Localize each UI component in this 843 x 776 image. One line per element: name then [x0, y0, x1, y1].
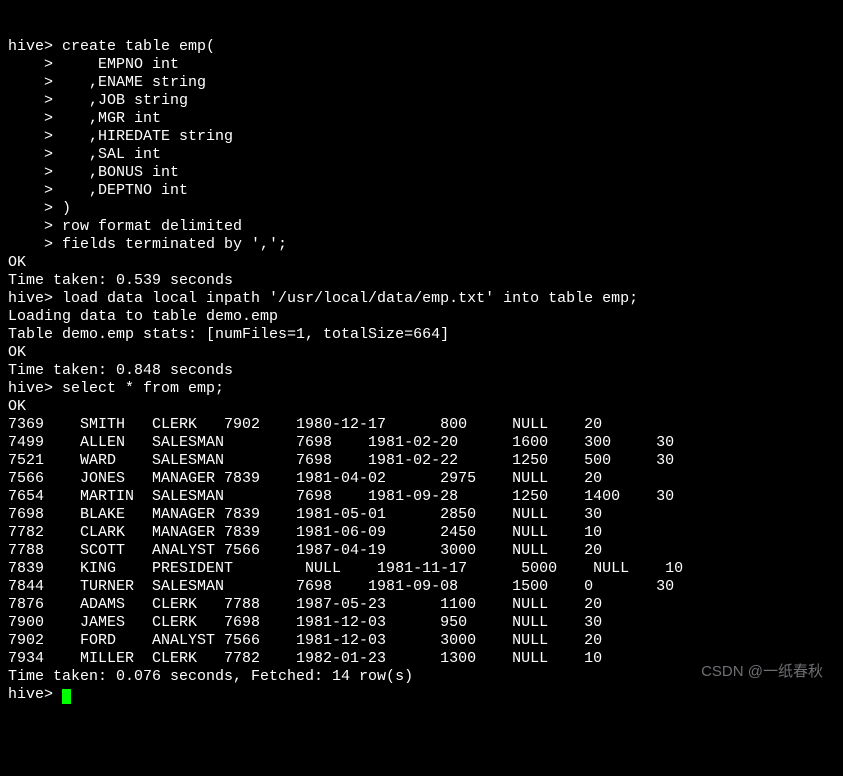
cursor [62, 689, 71, 704]
terminal-output[interactable]: hive> create table emp( > EMPNO int > ,E… [8, 38, 835, 704]
watermark: CSDN @一纸春秋 [701, 663, 823, 681]
